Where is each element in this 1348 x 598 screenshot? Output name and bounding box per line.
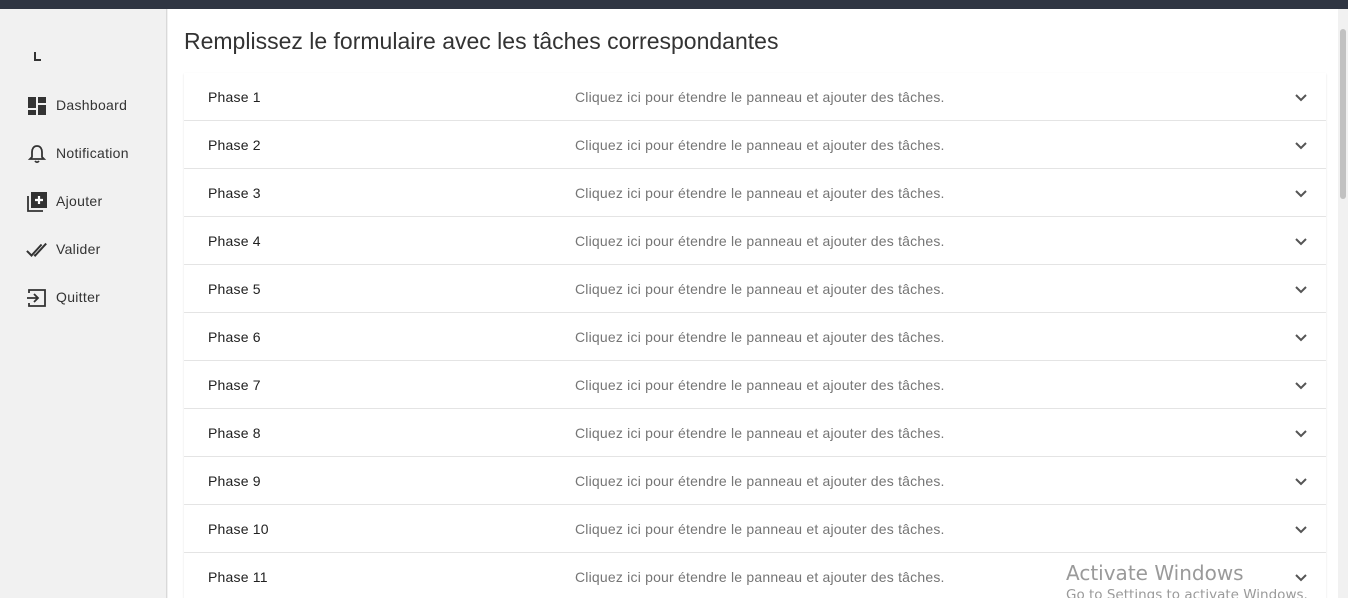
panel-title: Phase 9 [208, 473, 261, 489]
sidebar: Dashboard Notification Ajouter Valider Q… [0, 9, 167, 598]
panel-description: Cliquez ici pour étendre le panneau et a… [575, 473, 945, 489]
bell-icon [26, 143, 48, 165]
panel-description: Cliquez ici pour étendre le panneau et a… [575, 569, 945, 585]
panel-title: Phase 7 [208, 377, 261, 393]
panel-title: Phase 10 [208, 521, 269, 537]
sidebar-item-valider[interactable]: Valider [0, 229, 167, 269]
chevron-down-icon[interactable] [1294, 187, 1308, 201]
phase-panel-3[interactable]: Phase 3 Cliquez ici pour étendre le pann… [184, 169, 1326, 217]
chevron-down-icon[interactable] [1294, 235, 1308, 249]
chevron-down-icon[interactable] [1294, 571, 1308, 585]
panel-description: Cliquez ici pour étendre le panneau et a… [575, 329, 945, 345]
chevron-down-icon[interactable] [1294, 379, 1308, 393]
panel-title: Phase 2 [208, 137, 261, 153]
phase-panel-9[interactable]: Phase 9 Cliquez ici pour étendre le pann… [184, 457, 1326, 505]
exit-icon [26, 287, 48, 309]
panel-description: Cliquez ici pour étendre le panneau et a… [575, 233, 945, 249]
panel-description: Cliquez ici pour étendre le panneau et a… [575, 377, 945, 393]
top-bar [0, 0, 1348, 9]
phase-panel-1[interactable]: Phase 1 Cliquez ici pour étendre le pann… [184, 73, 1326, 121]
panel-description: Cliquez ici pour étendre le panneau et a… [575, 185, 945, 201]
panel-title: Phase 4 [208, 233, 261, 249]
logo-icon [34, 52, 41, 61]
vertical-scrollbar[interactable] [1338, 9, 1348, 598]
page-title: Remplissez le formulaire avec les tâches… [184, 28, 779, 54]
sidebar-item-dashboard[interactable]: Dashboard [0, 85, 167, 125]
add-box-icon [26, 191, 48, 213]
panel-title: Phase 8 [208, 425, 261, 441]
panel-description: Cliquez ici pour étendre le panneau et a… [575, 89, 945, 105]
panel-title: Phase 6 [208, 329, 261, 345]
phase-accordion: Phase 1 Cliquez ici pour étendre le pann… [184, 73, 1326, 598]
phase-panel-5[interactable]: Phase 5 Cliquez ici pour étendre le pann… [184, 265, 1326, 313]
phase-panel-2[interactable]: Phase 2 Cliquez ici pour étendre le pann… [184, 121, 1326, 169]
phase-panel-8[interactable]: Phase 8 Cliquez ici pour étendre le pann… [184, 409, 1326, 457]
scrollbar-thumb[interactable] [1340, 29, 1346, 199]
phase-panel-10[interactable]: Phase 10 Cliquez ici pour étendre le pan… [184, 505, 1326, 553]
phase-panel-7[interactable]: Phase 7 Cliquez ici pour étendre le pann… [184, 361, 1326, 409]
sidebar-item-label: Valider [56, 241, 101, 257]
chevron-down-icon[interactable] [1294, 475, 1308, 489]
chevron-down-icon[interactable] [1294, 523, 1308, 537]
sidebar-item-ajouter[interactable]: Ajouter [0, 181, 167, 221]
panel-description: Cliquez ici pour étendre le panneau et a… [575, 137, 945, 153]
dashboard-icon [26, 95, 48, 117]
panel-title: Phase 11 [208, 569, 268, 585]
chevron-down-icon[interactable] [1294, 427, 1308, 441]
chevron-down-icon[interactable] [1294, 331, 1308, 345]
panel-description: Cliquez ici pour étendre le panneau et a… [575, 281, 945, 297]
chevron-down-icon[interactable] [1294, 283, 1308, 297]
chevron-down-icon[interactable] [1294, 139, 1308, 153]
phase-panel-4[interactable]: Phase 4 Cliquez ici pour étendre le pann… [184, 217, 1326, 265]
phase-panel-6[interactable]: Phase 6 Cliquez ici pour étendre le pann… [184, 313, 1326, 361]
panel-description: Cliquez ici pour étendre le panneau et a… [575, 521, 945, 537]
panel-title: Phase 1 [208, 89, 261, 105]
sidebar-item-label: Quitter [56, 289, 101, 305]
double-check-icon [26, 239, 48, 261]
sidebar-item-label: Notification [56, 145, 129, 161]
panel-title: Phase 5 [208, 281, 261, 297]
panel-description: Cliquez ici pour étendre le panneau et a… [575, 425, 945, 441]
phase-panel-11[interactable]: Phase 11 Cliquez ici pour étendre le pan… [184, 553, 1326, 598]
sidebar-item-notification[interactable]: Notification [0, 133, 167, 173]
panel-title: Phase 3 [208, 185, 261, 201]
main-content: Remplissez le formulaire avec les tâches… [168, 9, 1338, 598]
sidebar-item-quitter[interactable]: Quitter [0, 277, 167, 317]
sidebar-item-label: Dashboard [56, 97, 128, 113]
chevron-down-icon[interactable] [1294, 91, 1308, 105]
sidebar-item-label: Ajouter [56, 193, 103, 209]
logo [33, 49, 43, 65]
